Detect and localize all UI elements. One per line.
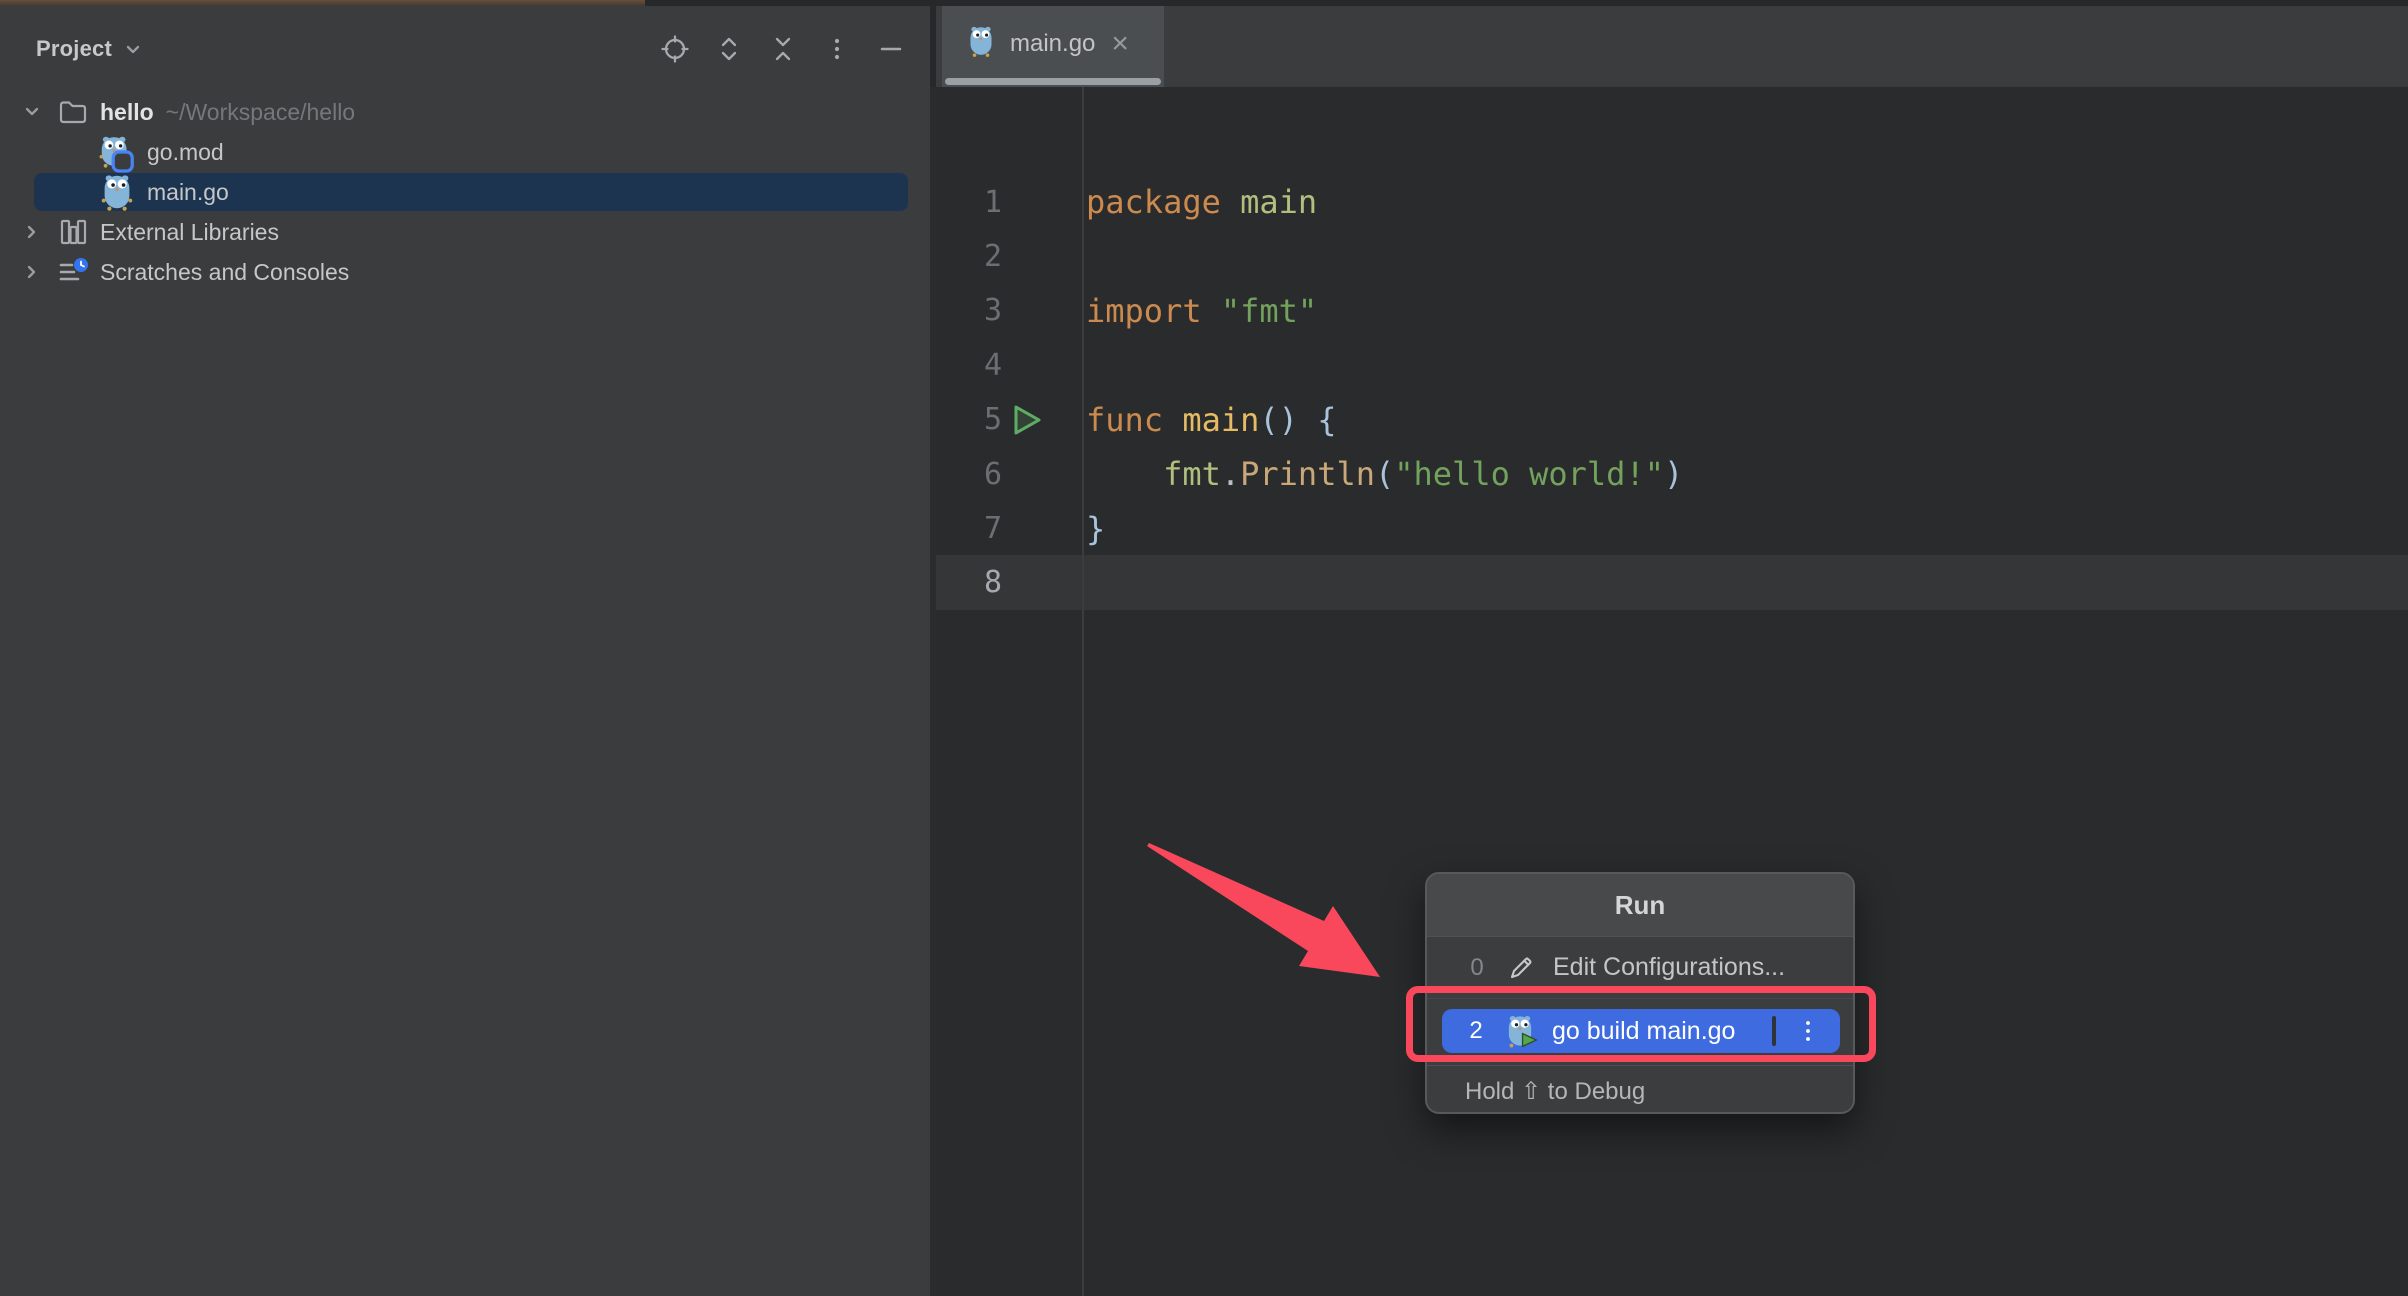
chevron-right-icon[interactable] [20,260,44,284]
code-line[interactable]: fmt.Println("hello world!") [1086,447,1683,501]
go-run-icon [1502,1013,1538,1049]
code-line[interactable] [1086,556,1683,610]
ide-window: Project [0,0,2408,1296]
chevron-right-icon[interactable] [20,220,44,244]
editor-tab-bar: main.go × [930,0,2408,87]
tree-item-label: Scratches and Consoles [100,259,349,286]
line-number: 3 [936,284,1082,338]
tree-item-label: hello [100,99,154,126]
project-view-selector[interactable]: Project [36,36,144,62]
tab-main-go[interactable]: main.go × [942,0,1164,87]
libraries-icon [56,214,90,250]
menu-item-go-build-wrap: 2 go build main.go [1427,999,1853,1065]
gutter: 12345678 [936,175,1082,610]
tree-item-label: External Libraries [100,219,279,246]
run-popup-title: Run [1615,890,1666,921]
chevron-down-icon[interactable] [20,100,44,124]
go-mod-file-icon [97,132,137,172]
tree-item-maingo-selected[interactable]: main.go [0,172,930,212]
code-line[interactable]: import "fmt" [1086,284,1683,338]
menu-item-label: Edit Configurations... [1553,953,1785,982]
code-line[interactable] [1086,338,1683,392]
tree-item-label: main.go [147,179,229,206]
line-number: 6 [936,447,1082,501]
project-panel: Project [0,0,930,1296]
tab-close-icon[interactable]: × [1111,29,1129,59]
line-number: 7 [936,501,1082,555]
run-popup-footer: Hold ⇧ to Debug [1427,1065,1853,1114]
code-editor[interactable]: 12345678 package mainimport "fmt"func ma… [936,87,2408,1296]
line-number: 8 [936,556,1082,610]
code-line[interactable]: package main [1086,175,1683,229]
chevron-down-icon [122,38,144,60]
shortcut-badge: 2 [1462,1017,1490,1045]
run-popup: Run 0 Edit Configurations... 2 [1425,872,1855,1114]
line-number: 5 [936,393,1082,447]
tree-item-scratches[interactable]: Scratches and Consoles [0,252,930,292]
line-number: 1 [936,175,1082,229]
scratches-icon [56,254,90,290]
collapse-all-icon[interactable] [768,34,798,64]
active-tab-indicator [945,78,1161,85]
tree-item-label: go.mod [147,139,224,166]
run-popup-header: Run [1427,874,1853,937]
hide-icon[interactable] [876,34,906,64]
menu-item-label: go build main.go [1552,1017,1735,1046]
code-line[interactable]: } [1086,501,1683,555]
window-top-edge-brown [0,0,645,6]
hold-to-debug-hint: Hold ⇧ to Debug [1465,1077,1645,1106]
go-file-icon [97,172,137,212]
line-number: 2 [936,229,1082,283]
shortcut-badge: 0 [1463,954,1491,982]
line-number: 4 [936,338,1082,392]
menu-item-edit-configurations[interactable]: 0 Edit Configurations... [1427,937,1853,999]
options-icon[interactable] [822,34,852,64]
more-actions-icon[interactable] [1776,1009,1840,1053]
tree-item-gomod[interactable]: go.mod [0,132,930,172]
project-panel-toolbar [660,6,906,92]
tab-label: main.go [1010,30,1095,58]
project-panel-title: Project [36,36,112,62]
pencil-icon [1503,950,1539,986]
locate-icon[interactable] [660,34,690,64]
gutter-divider [1082,87,1084,1296]
project-tree: hello ~/Workspace/hello go.mod [0,92,930,292]
code-line[interactable]: func main() { [1086,393,1683,447]
code-line[interactable] [1086,229,1683,283]
tree-item-external-libraries[interactable]: External Libraries [0,212,930,252]
code-lines: package main import "fmt" func main() { fm… [1086,175,1683,610]
tree-item-path: ~/Workspace/hello [166,99,355,126]
tree-item-hello[interactable]: hello ~/Workspace/hello [0,92,930,132]
folder-icon [56,94,90,130]
run-gutter-icon[interactable] [1008,402,1044,446]
project-panel-header: Project [0,6,930,92]
expand-all-icon[interactable] [714,34,744,64]
go-file-icon [964,23,998,64]
menu-item-go-build-selected[interactable]: 2 go build main.go [1442,1009,1840,1053]
